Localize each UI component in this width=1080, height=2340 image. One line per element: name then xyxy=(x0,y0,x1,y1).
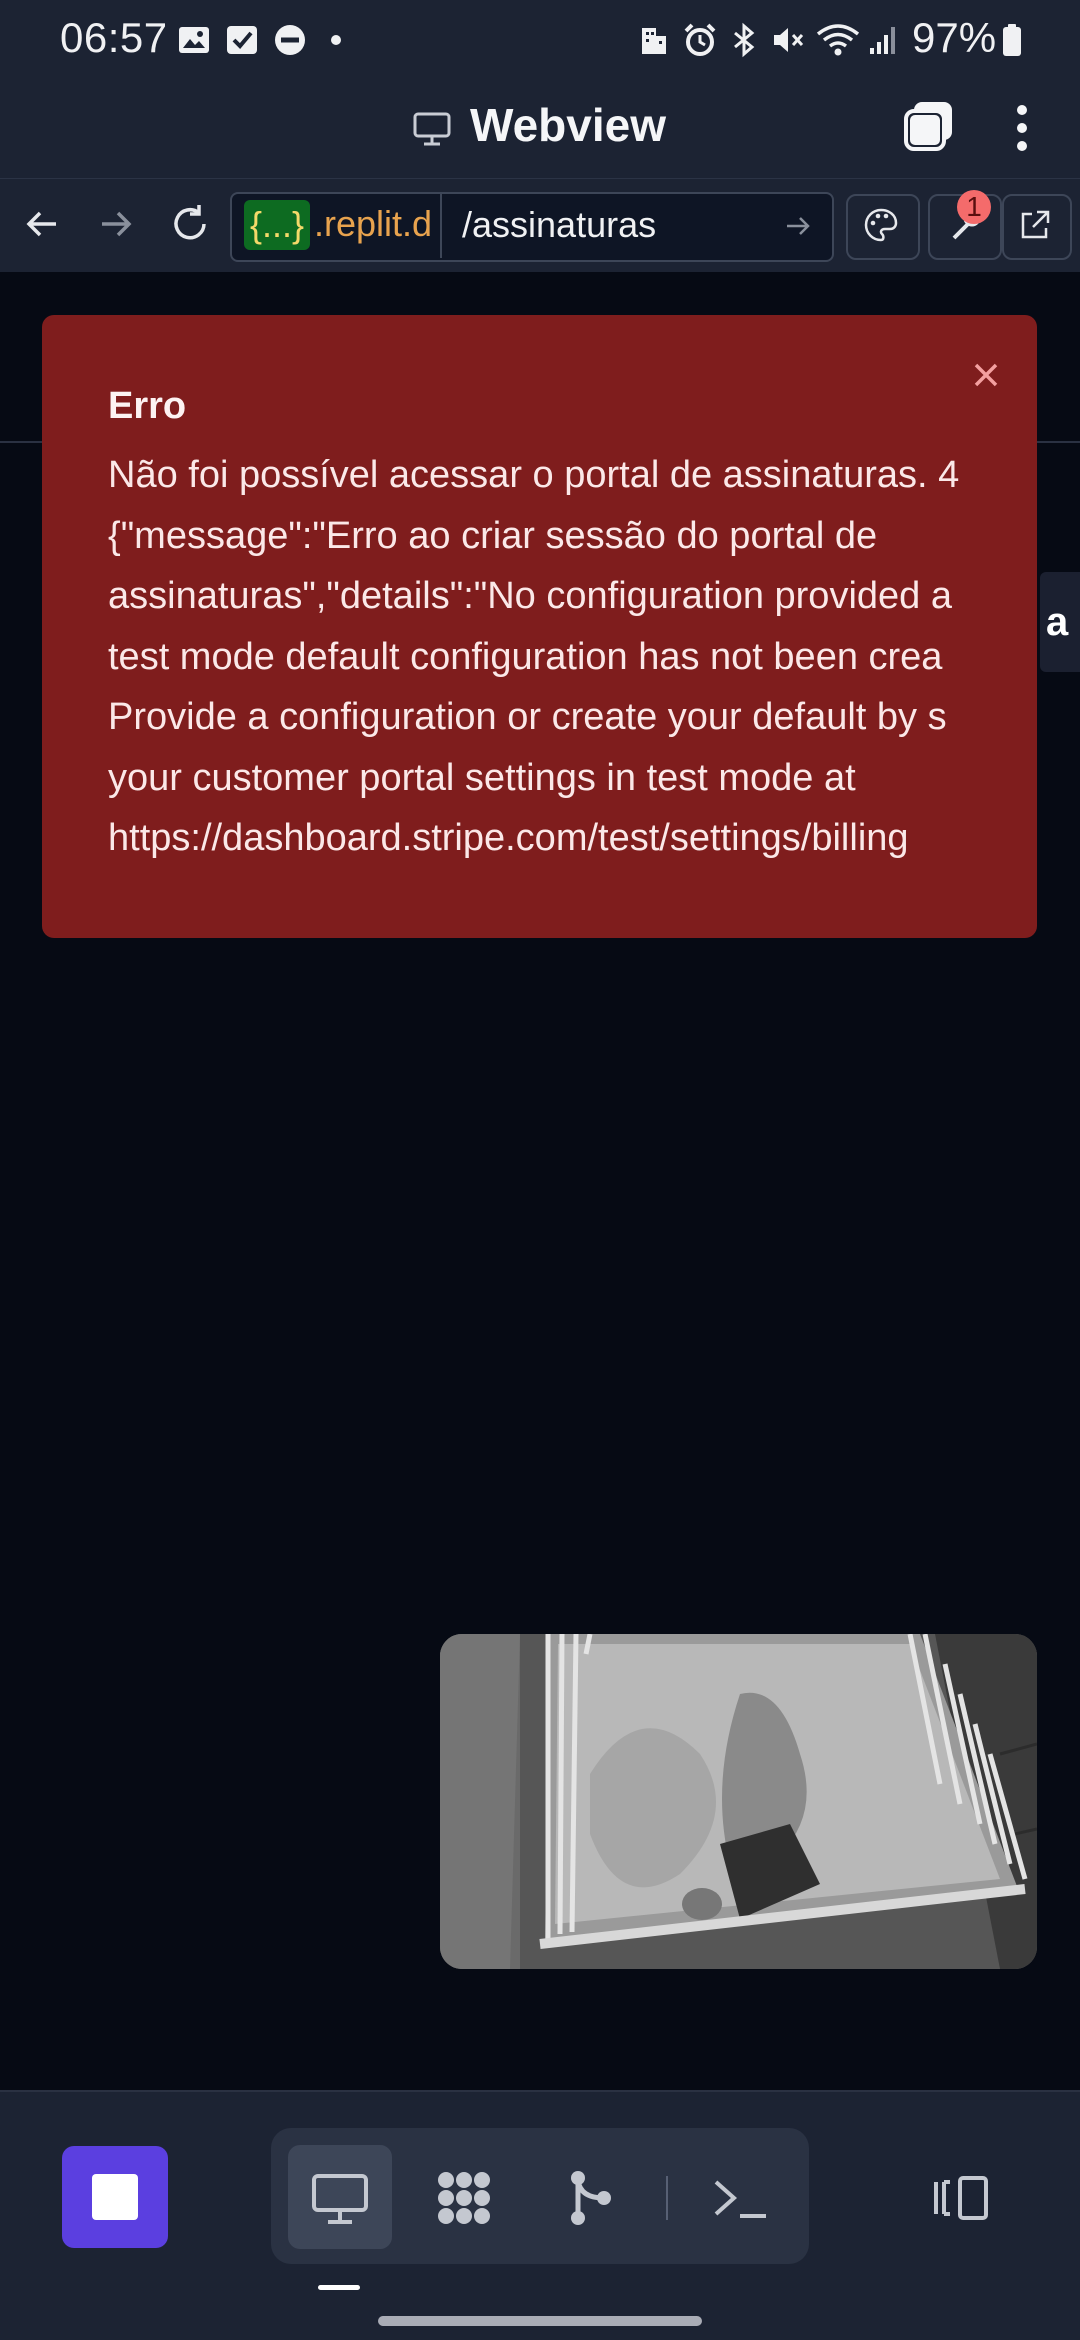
signal-icon xyxy=(870,27,895,54)
shell-icon[interactable] xyxy=(708,2166,772,2230)
toast-message: Não foi possível acessar o portal de ass… xyxy=(108,454,960,859)
url-host: .replit.d xyxy=(314,203,433,244)
packager-icon[interactable] xyxy=(432,2166,496,2230)
close-icon[interactable] xyxy=(966,355,1006,395)
webview-tool-icon xyxy=(312,2174,368,2224)
url-path[interactable]: /assinaturas xyxy=(462,204,656,246)
back-icon[interactable] xyxy=(18,200,66,248)
monitor-icon xyxy=(413,112,451,146)
bluetooth-icon xyxy=(734,22,755,58)
go-arrow-icon[interactable] xyxy=(782,210,814,242)
toast-title: Erro xyxy=(108,385,187,427)
menu-icon[interactable] xyxy=(1004,100,1040,156)
camera-video-overlay[interactable] xyxy=(440,1634,1037,1969)
page-title: Webview xyxy=(470,99,666,151)
building-icon xyxy=(642,28,666,54)
url-host-badge: {...} xyxy=(244,200,311,250)
page-edge-button[interactable]: a xyxy=(1040,572,1080,672)
url-divider xyxy=(440,194,442,258)
alarm-icon xyxy=(684,23,716,56)
layout-icon[interactable] xyxy=(930,2166,994,2230)
battery-icon xyxy=(1003,24,1021,56)
image-icon xyxy=(179,27,209,53)
home-indicator[interactable] xyxy=(378,2316,702,2326)
tool-separator xyxy=(666,2176,668,2220)
external-link-icon xyxy=(1021,210,1050,239)
forward-icon[interactable] xyxy=(92,200,140,248)
battery-percentage: 97% xyxy=(912,14,997,61)
dot-icon xyxy=(331,35,341,45)
error-toast: Erro Não foi possível acessar o portal d… xyxy=(42,315,1037,938)
dnd-icon xyxy=(275,25,305,55)
git-icon[interactable] xyxy=(560,2166,624,2230)
wifi-icon xyxy=(816,24,860,56)
palette-icon xyxy=(864,208,898,242)
stop-icon xyxy=(92,2174,138,2220)
tabs-icon[interactable] xyxy=(900,98,956,154)
devtools-badge: 1 xyxy=(957,190,991,224)
checkbox-icon xyxy=(227,26,257,54)
active-tool-indicator xyxy=(318,2285,360,2290)
mute-icon xyxy=(774,28,804,52)
status-time: 06:57 xyxy=(60,14,168,61)
reload-icon[interactable] xyxy=(166,200,214,248)
